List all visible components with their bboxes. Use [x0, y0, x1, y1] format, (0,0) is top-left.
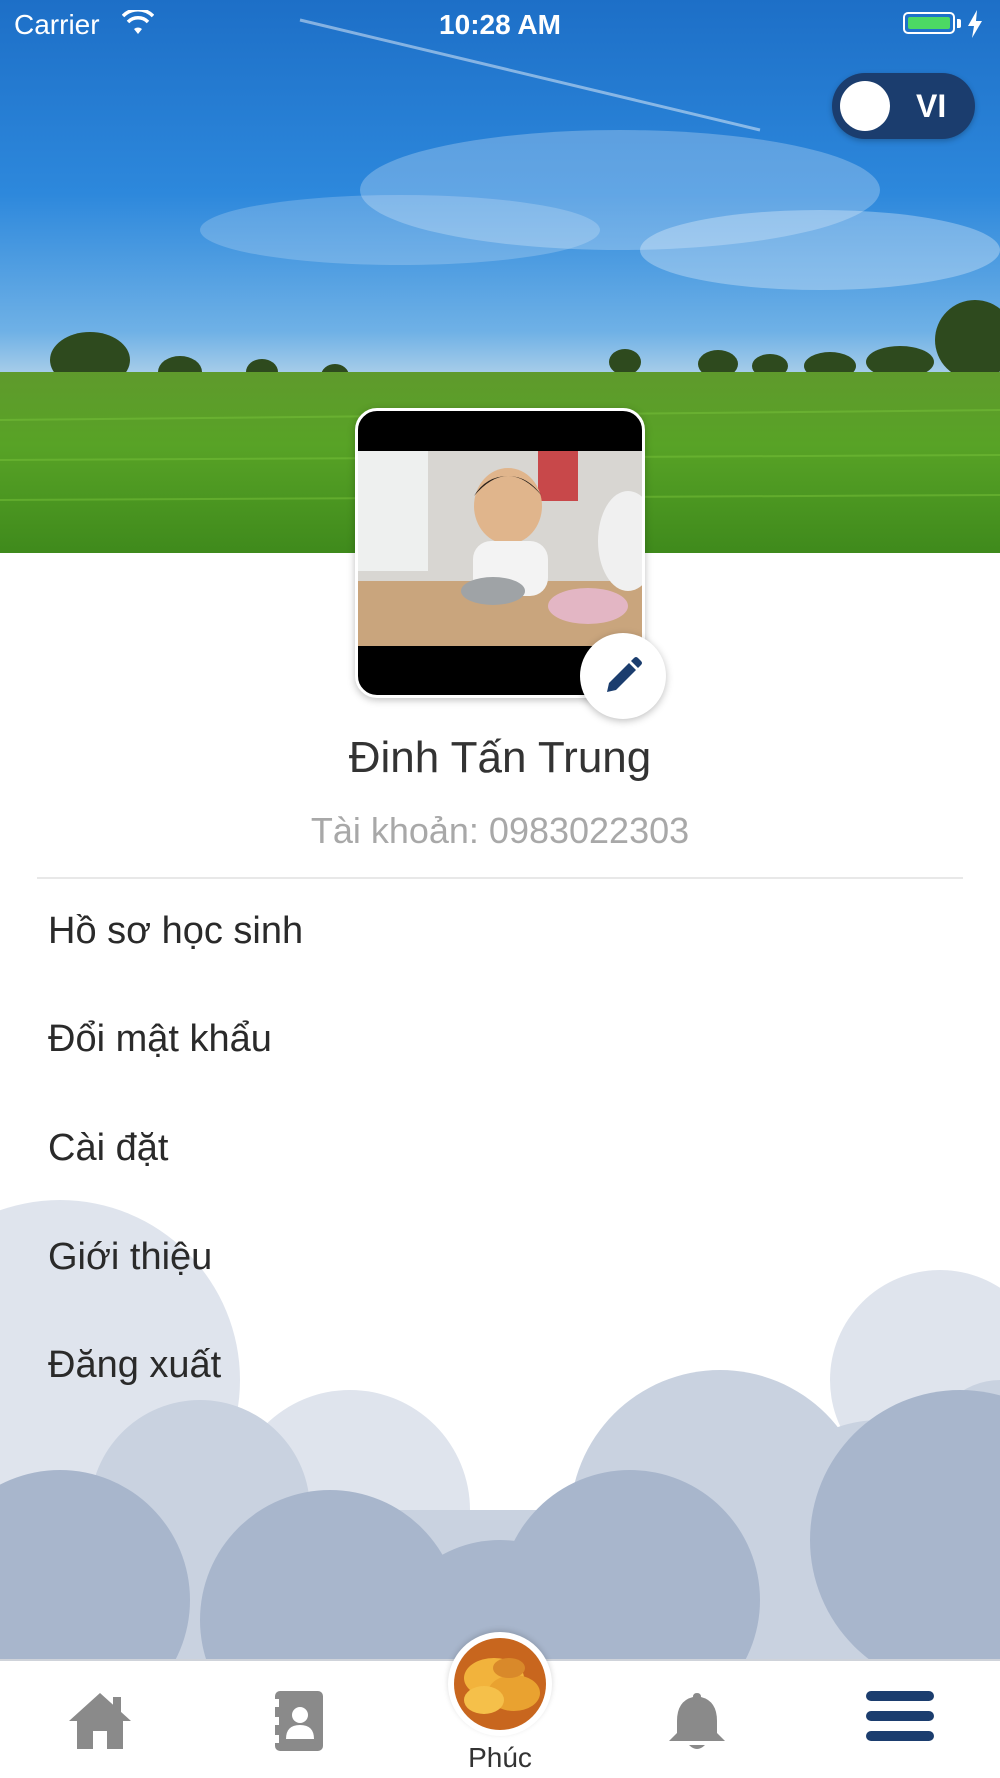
student-tab[interactable] [448, 1632, 552, 1736]
user-name: Đinh Tấn Trung [348, 733, 652, 782]
battery-cap [957, 19, 961, 28]
student-photo [454, 1638, 546, 1730]
charging-icon [968, 10, 982, 38]
student-avatar [454, 1638, 546, 1730]
language-toggle[interactable]: VI [832, 73, 975, 139]
divider [37, 877, 963, 879]
menu-item-about[interactable]: Giới thiệu [48, 1236, 212, 1279]
edit-avatar-button[interactable] [580, 633, 666, 719]
clock: 10:28 AM [439, 9, 561, 40]
menu-item-student-profile[interactable]: Hồ sơ học sinh [48, 910, 303, 953]
child-photo [358, 451, 642, 646]
account-label: Tài khoản: 0983022303 [310, 810, 690, 851]
student-tab-label: Phúc [468, 1742, 532, 1773]
battery-icon [903, 12, 955, 34]
menu-item-change-password[interactable]: Đổi mật khẩu [48, 1018, 272, 1061]
status-bar: Carrier 10:28 AM [0, 0, 1000, 50]
pencil-icon [607, 657, 642, 692]
language-label: VI [916, 88, 947, 124]
menu-item-settings[interactable]: Cài đặt [48, 1127, 168, 1170]
menu-item-logout[interactable]: Đăng xuất [48, 1344, 221, 1387]
menu-icon[interactable] [866, 1689, 934, 1743]
toggle-knob [840, 81, 890, 131]
